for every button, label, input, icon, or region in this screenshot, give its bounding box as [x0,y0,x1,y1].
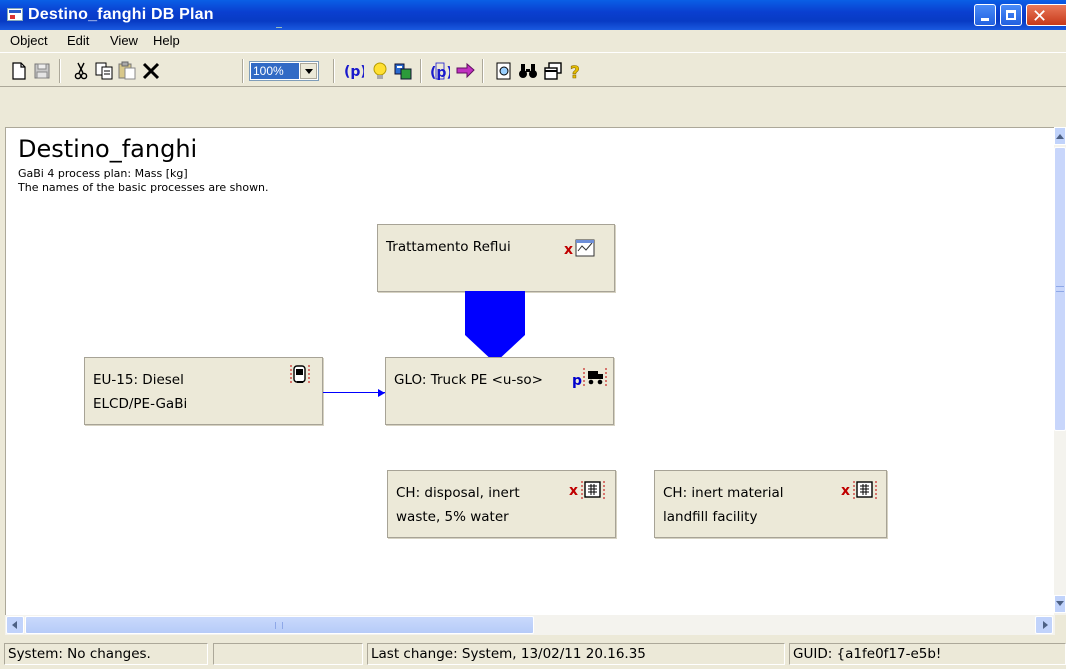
close-icon: ✕ [1032,6,1048,27]
zoom-value: 100% [251,63,299,79]
lightbulb-icon[interactable] [370,61,390,81]
vertical-scrollbar[interactable] [1054,127,1066,615]
flow-arrow-big [465,291,525,363]
save-icon[interactable] [32,61,52,81]
status-system: System: No changes. [4,643,208,665]
svg-text:?: ? [570,63,580,81]
vertical-scroll-thumb[interactable] [1054,147,1066,431]
plan-canvas[interactable]: Destino_fanghi GaBi 4 process plan: Mass… [5,127,1054,615]
toolbar-separator [242,59,244,83]
windows-icon[interactable] [543,61,563,81]
process-label: EU-15: Diesel ELCD/PE-GaBi [93,368,187,416]
plan-title: Destino_fanghi [18,135,198,163]
scroll-grip-icon [275,622,283,629]
process-box-truck[interactable]: GLO: Truck PE <u-so> p [385,357,614,425]
toolbar-divider [0,86,1066,87]
p-truck-icon: p [572,368,607,389]
plan-subtitle: GaBi 4 process plan: Mass [kg] [18,167,188,180]
process-label-line1: Trattamento Reflui [386,239,511,255]
plan-note: The names of the basic processes are sho… [18,181,269,194]
restore-button[interactable] [1000,4,1022,26]
preview-icon[interactable] [494,61,514,81]
status-blank [213,643,363,665]
svg-text:x: x [564,242,573,258]
process-label-line2: ELCD/PE-GaBi [93,396,188,412]
title-bar[interactable]: Destino_fanghi DB Plan ✕ [0,0,1066,30]
copy-icon[interactable] [94,61,114,81]
menu-object[interactable]: Object [10,33,48,48]
app-window: Destino_fanghi DB Plan ✕ Object Edit Vie… [0,0,1066,669]
svg-text:(p): (p) [430,65,450,81]
svg-text:p: p [572,373,582,389]
app-icon[interactable] [7,8,23,21]
scroll-up-button[interactable] [1054,127,1066,145]
process-label-line2: waste, 5% water [396,509,509,525]
toolbar-separator [333,59,335,83]
parameter-icon[interactable]: (p) [430,61,450,81]
toolbar-separator [482,59,484,83]
status-bar: System: No changes. Last change: System,… [0,639,1066,669]
title-underline [276,27,282,28]
toolbar-separator [420,59,422,83]
horizontal-scrollbar[interactable] [5,615,1055,635]
svg-text:(p): (p) [344,64,364,80]
menu-bar: Object Edit View Help [0,30,1066,52]
new-icon[interactable] [9,61,29,81]
process-label-line1: CH: disposal, inert [396,485,520,501]
minimize-button[interactable] [974,4,996,26]
process-label: CH: disposal, inert waste, 5% water [396,481,520,529]
delete-icon[interactable] [141,61,161,81]
svg-text:x: x [569,483,578,499]
svg-text:x: x [841,483,850,499]
restore-icon [1006,10,1016,20]
flow-arrow-icon[interactable] [455,61,475,81]
menu-help[interactable]: Help [153,33,180,48]
help-icon[interactable]: ? [566,61,586,81]
pump-icon [290,365,310,385]
toolbar: 100% (p) (p) [0,53,1066,86]
binoculars-icon[interactable] [518,61,538,81]
process-label: Trattamento Reflui [386,235,511,259]
status-last-change: Last change: System, 13/02/11 20.16.35 [367,643,785,665]
process-box-disposal[interactable]: CH: disposal, inert waste, 5% water x [387,470,616,538]
paste-icon[interactable] [117,61,137,81]
process-box-landfill[interactable]: CH: inert material landfill facility x [654,470,887,538]
close-button[interactable]: ✕ [1026,4,1066,27]
zoom-dropdown-button[interactable] [300,63,317,79]
process-label-line1: CH: inert material [663,485,784,501]
process-box-diesel[interactable]: EU-15: Diesel ELCD/PE-GaBi [84,357,323,425]
process-label-line1: EU-15: Diesel [93,372,184,388]
scroll-down-button[interactable] [1054,595,1066,613]
menu-view[interactable]: View [110,33,138,48]
scroll-left-button[interactable] [6,616,24,634]
process-box-trattamento[interactable]: Trattamento Reflui x [377,224,615,292]
process-label: CH: inert material landfill facility [663,481,784,529]
horizontal-scroll-thumb[interactable] [25,616,534,634]
window-title: Destino_fanghi DB Plan [28,6,214,23]
menu-edit[interactable]: Edit [67,33,89,48]
flow-arrowhead [378,389,385,397]
process-label-line2: landfill facility [663,509,758,525]
db-icon[interactable] [393,61,413,81]
status-guid: GUID: {a1fe0f17-e5b! [789,643,1066,665]
flow-connector [323,392,385,393]
scroll-grip-icon [1056,286,1064,292]
minimize-icon [981,18,989,21]
toolbar-separator [59,59,61,83]
cut-icon[interactable] [71,61,91,81]
process-label: GLO: Truck PE <u-so> [394,368,543,392]
process-icon[interactable]: (p) [344,61,364,81]
x-grid-icon: x [841,481,877,501]
zoom-select[interactable]: 100% [249,61,319,81]
scroll-right-button[interactable] [1035,616,1053,634]
process-label-line1: GLO: Truck PE <u-so> [394,372,543,388]
x-report-icon: x [564,239,595,258]
x-grid-icon: x [569,481,605,501]
